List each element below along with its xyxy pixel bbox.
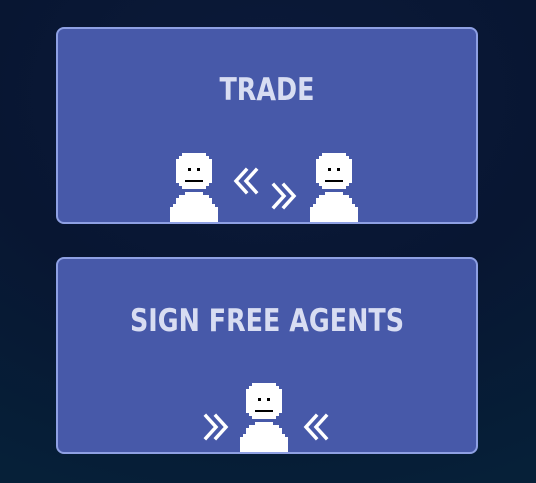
chevron-left-double-icon — [304, 414, 328, 440]
chevron-left-double-icon — [234, 168, 258, 194]
chevron-right-double-icon — [204, 414, 228, 440]
person-icon — [310, 153, 358, 222]
chevron-right-double-icon — [272, 183, 296, 209]
trade-illustration — [58, 29, 476, 222]
person-icon — [170, 153, 218, 222]
trade-button[interactable]: TRADE — [56, 27, 478, 224]
person-icon — [240, 383, 288, 452]
sign-free-agents-illustration — [58, 259, 476, 452]
sign-free-agents-button[interactable]: SIGN FREE AGENTS — [56, 257, 478, 454]
